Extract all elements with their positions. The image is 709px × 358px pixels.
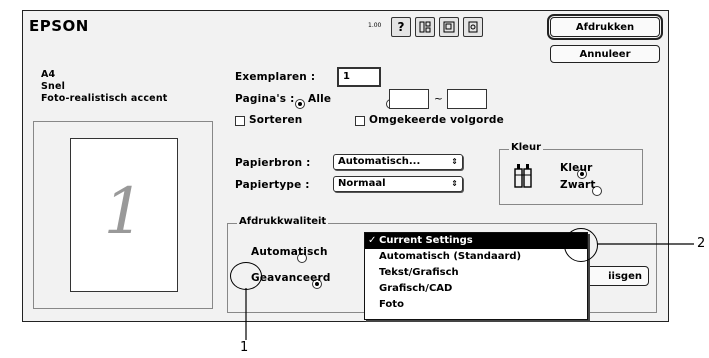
- paper-type-label: Papiertype :: [235, 179, 310, 191]
- copies-input[interactable]: 1: [337, 67, 381, 87]
- brand-logo: EPSON: [29, 17, 89, 35]
- help-icon[interactable]: ?: [391, 17, 411, 37]
- preview-frame: 1: [33, 121, 213, 309]
- copies-label: Exemplaren :: [235, 71, 316, 83]
- menu-item-label: Current Settings: [379, 235, 473, 246]
- page-preview: 1: [70, 138, 178, 292]
- color-group-label: Kleur: [509, 142, 544, 153]
- updown-arrow-icon: ⇕: [451, 179, 458, 188]
- page-setup-icon[interactable]: [439, 17, 459, 37]
- pages-separator: ~: [434, 93, 443, 105]
- quality-auto-label: Automatisch: [251, 246, 328, 258]
- callout-circle-2: [564, 228, 598, 262]
- black-option-label: Zwart: [560, 179, 596, 191]
- pages-all-label: Alle: [308, 93, 332, 105]
- reverse-order-checkbox[interactable]: [355, 116, 365, 126]
- checkmark-icon: ✓: [368, 235, 377, 246]
- callout-number-2: 2: [697, 236, 706, 251]
- details-button[interactable]: iisgen: [583, 266, 649, 286]
- paper-source-label: Papierbron :: [235, 157, 311, 169]
- quality-group-label: Afdrukkwaliteit: [237, 216, 329, 227]
- paper-type-select[interactable]: Normaal ⇕: [333, 176, 463, 192]
- print-button[interactable]: Afdrukken: [547, 14, 663, 40]
- quality-settings-menu: ✓ Current Settings Automatisch (Standaar…: [364, 232, 588, 320]
- collate-checkbox[interactable]: [235, 116, 245, 126]
- menu-item-graphics-cad[interactable]: Grafisch/CAD: [365, 281, 587, 297]
- menu-item-photo[interactable]: Foto: [365, 297, 587, 313]
- collate-label: Sorteren: [249, 114, 303, 126]
- callout-number-1: 1: [240, 340, 249, 355]
- summary-speed: Snel: [41, 81, 66, 92]
- version-label: 1.00: [368, 22, 382, 29]
- summary-mode: Foto-realistisch accent: [41, 93, 168, 104]
- pages-all-radio[interactable]: [295, 99, 305, 109]
- callout-line-1: [245, 288, 247, 340]
- ink-cartridge-icon: [513, 161, 535, 195]
- menu-item-current-settings[interactable]: ✓ Current Settings: [365, 233, 587, 249]
- summary-paper: A4: [41, 69, 56, 80]
- pages-label: Pagina's :: [235, 93, 295, 105]
- callout-circle-1: [230, 262, 262, 290]
- paper-type-value: Normaal: [338, 178, 386, 189]
- menu-item-automatic-standard[interactable]: Automatisch (Standaard): [365, 249, 587, 265]
- preview-page-number: 1: [103, 175, 145, 249]
- preview-glyph: [468, 21, 478, 33]
- paper-source-value: Automatisch...: [338, 156, 421, 167]
- paper-source-select[interactable]: Automatisch... ⇕: [333, 154, 463, 170]
- quality-advanced-label: Geavanceerd: [251, 272, 331, 284]
- layout-icon[interactable]: [415, 17, 435, 37]
- color-option-label: Kleur: [560, 162, 593, 174]
- layout-glyph: [419, 21, 431, 33]
- details-button-label: iisgen: [608, 270, 642, 282]
- reverse-order-label: Omgekeerde volgorde: [369, 114, 504, 126]
- updown-arrow-icon: ⇕: [451, 157, 458, 166]
- menu-item-text-graphics[interactable]: Tekst/Grafisch: [365, 265, 587, 281]
- callout-line-2: [597, 243, 694, 245]
- help-glyph: ?: [397, 20, 405, 34]
- preview-icon[interactable]: [463, 17, 483, 37]
- page-setup-glyph: [443, 21, 455, 33]
- pages-from-input[interactable]: [389, 89, 429, 109]
- pages-to-input[interactable]: [447, 89, 487, 109]
- ink-cartridge-glyph: [514, 164, 532, 188]
- cancel-button[interactable]: Annuleer: [550, 45, 660, 63]
